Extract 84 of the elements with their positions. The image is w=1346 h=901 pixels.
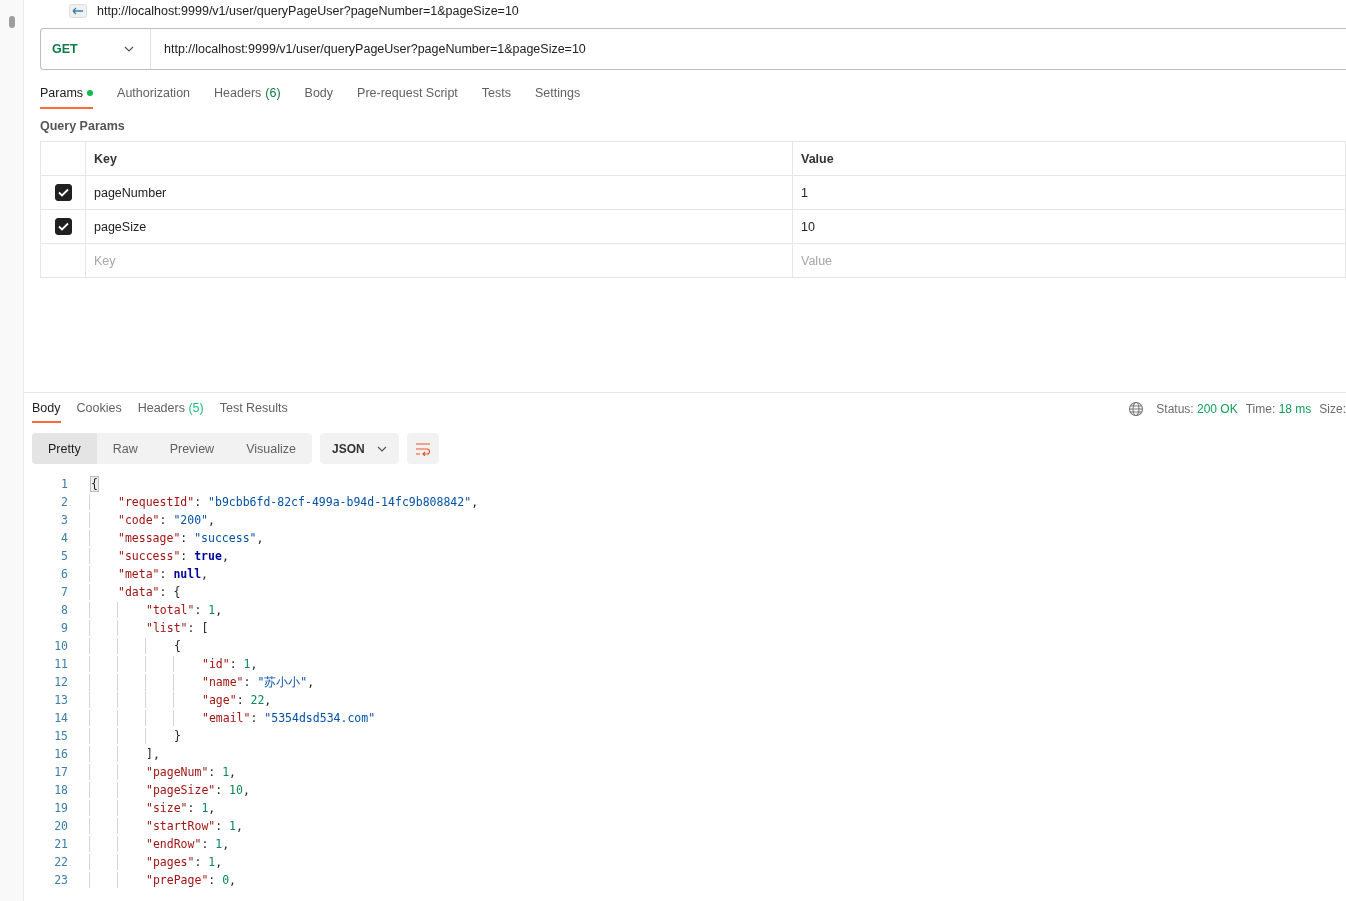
- line-number: 13: [53, 693, 68, 707]
- code-line: "total": 1,: [88, 603, 223, 617]
- param-key[interactable]: pageNumber: [86, 176, 793, 209]
- method-dropdown[interactable]: GET: [41, 29, 151, 69]
- code-line: "age": 22,: [88, 693, 272, 707]
- status-label: Status: 200 OK: [1156, 402, 1238, 416]
- line-number: 22: [53, 855, 68, 869]
- chevron-down-icon: [376, 445, 387, 452]
- code-line: "list": [: [88, 621, 209, 635]
- checkbox[interactable]: [54, 184, 72, 201]
- url-input[interactable]: http://localhost:9999/v1/user/queryPageUser?pageNumber=1&pageSize=10: [151, 42, 1346, 56]
- request-tab[interactable]: Tests: [481, 80, 511, 109]
- time-label: Time: 18 ms: [1245, 402, 1312, 416]
- line-number: 8: [60, 603, 68, 617]
- line-number: 9: [60, 621, 68, 635]
- line-number: 12: [53, 675, 68, 689]
- line-number: 3: [60, 513, 68, 527]
- checkmark-icon: [57, 188, 69, 197]
- format-dropdown[interactable]: JSON: [319, 433, 399, 464]
- line-number: 23: [53, 873, 68, 887]
- view-mode-tab[interactable]: Pretty: [32, 433, 97, 464]
- request-title: http://localhost:9999/v1/user/queryPageUser?pageNumber=1&pageSize=10: [97, 4, 519, 18]
- line-number: 18: [53, 783, 68, 797]
- code-line: "size": 1,: [88, 801, 216, 815]
- code-line: "email": "5354dsd534.com": [88, 711, 376, 725]
- scrollbar-thumb[interactable]: [8, 16, 15, 28]
- line-number: 17: [53, 765, 68, 779]
- code-line: ],: [88, 747, 160, 761]
- request-tab[interactable]: Headers (6): [214, 80, 281, 109]
- column-header: Value: [793, 142, 1346, 175]
- code-line: "endRow": 1,: [88, 837, 230, 851]
- wrap-lines-icon: [414, 441, 431, 456]
- code-line: "pages": 1,: [88, 855, 223, 869]
- chevron-down-icon: [124, 46, 134, 52]
- code-line: "meta": null,: [88, 567, 209, 581]
- code-line: "name": "苏小小",: [88, 674, 315, 690]
- line-number: 4: [60, 531, 68, 545]
- line-number: 19: [53, 801, 68, 815]
- code-line: "code": "200",: [88, 513, 215, 527]
- response-tab[interactable]: Body: [32, 401, 61, 423]
- param-value[interactable]: 10: [793, 210, 1346, 243]
- code-line: }: [88, 729, 181, 743]
- request-tab[interactable]: Authorization: [117, 80, 191, 109]
- request-tab[interactable]: Params: [40, 80, 94, 109]
- line-number: 11: [53, 657, 68, 671]
- globe-icon[interactable]: [1128, 401, 1145, 417]
- line-number: 7: [60, 585, 68, 599]
- request-tab[interactable]: Pre-request Script: [357, 80, 458, 109]
- line-number: 16: [53, 747, 68, 761]
- view-mode-tab[interactable]: Visualize: [230, 433, 312, 464]
- code-line: "prePage": 0,: [88, 873, 237, 887]
- column-header: Key: [86, 142, 793, 175]
- code-line: "pageSize": 10,: [88, 783, 250, 797]
- size-label: Size:: [1319, 402, 1346, 416]
- line-number: 14: [53, 711, 68, 725]
- request-tab[interactable]: Body: [304, 80, 334, 109]
- response-tab[interactable]: Cookies: [76, 401, 122, 423]
- line-number: 21: [53, 837, 68, 851]
- code-line: "id": 1,: [88, 657, 258, 671]
- code-line: "startRow": 1,: [88, 819, 243, 833]
- request-icon: [69, 4, 87, 18]
- param-value[interactable]: 1: [793, 176, 1346, 209]
- code-line: "requestId": "b9cbb6fd-82cf-499a-b94d-14fc9b808842",: [88, 495, 479, 509]
- view-mode-tab[interactable]: Raw: [96, 433, 154, 464]
- code-line: "pageNum": 1,: [88, 765, 237, 779]
- line-number: 5: [60, 549, 68, 563]
- code-line: {: [88, 639, 181, 653]
- code-line: "success": true,: [88, 549, 229, 563]
- response-tab[interactable]: Test Results: [219, 401, 288, 423]
- checkmark-icon: [57, 222, 69, 231]
- line-number: 1: [60, 477, 68, 491]
- view-mode-tab[interactable]: Preview: [153, 433, 231, 464]
- line-number: 20: [53, 819, 68, 833]
- line-number: 6: [60, 567, 68, 581]
- line-number: 2: [60, 495, 68, 509]
- checkbox[interactable]: [54, 218, 72, 235]
- request-tab[interactable]: Settings: [535, 80, 581, 109]
- response-tab[interactable]: Headers (5): [137, 401, 204, 423]
- param-key[interactable]: pageSize: [86, 210, 793, 243]
- code-line: "message": "success",: [88, 531, 264, 545]
- code-line: "data": {: [88, 585, 181, 599]
- section-title: Query Params: [40, 119, 126, 133]
- line-number: 15: [53, 729, 68, 743]
- line-number: 10: [53, 639, 68, 653]
